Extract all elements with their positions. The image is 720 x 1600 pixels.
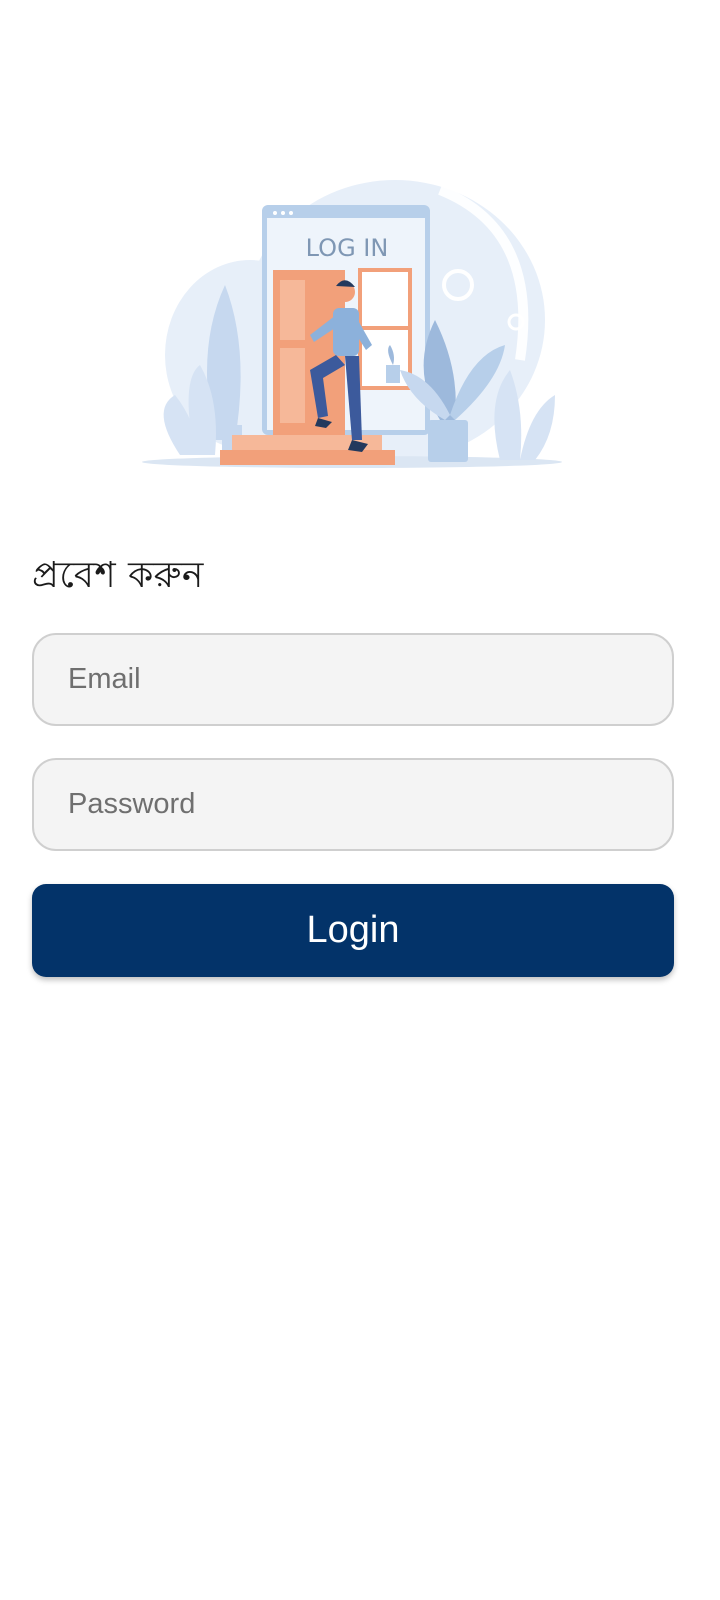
- email-input[interactable]: [34, 635, 672, 724]
- illustration-sign-text: LOG IN: [306, 234, 389, 262]
- page-title: প্রবেশ করুন: [32, 555, 204, 596]
- login-illustration: LOG IN: [140, 170, 570, 490]
- email-field-container: [32, 633, 674, 726]
- password-field-container: [32, 758, 674, 851]
- login-illustration-graphic: LOG IN: [142, 180, 562, 468]
- login-button[interactable]: Login: [32, 884, 674, 977]
- password-input[interactable]: [34, 760, 672, 849]
- login-screen: LOG IN প্রবেশ করুন Email Login: [0, 0, 720, 1600]
